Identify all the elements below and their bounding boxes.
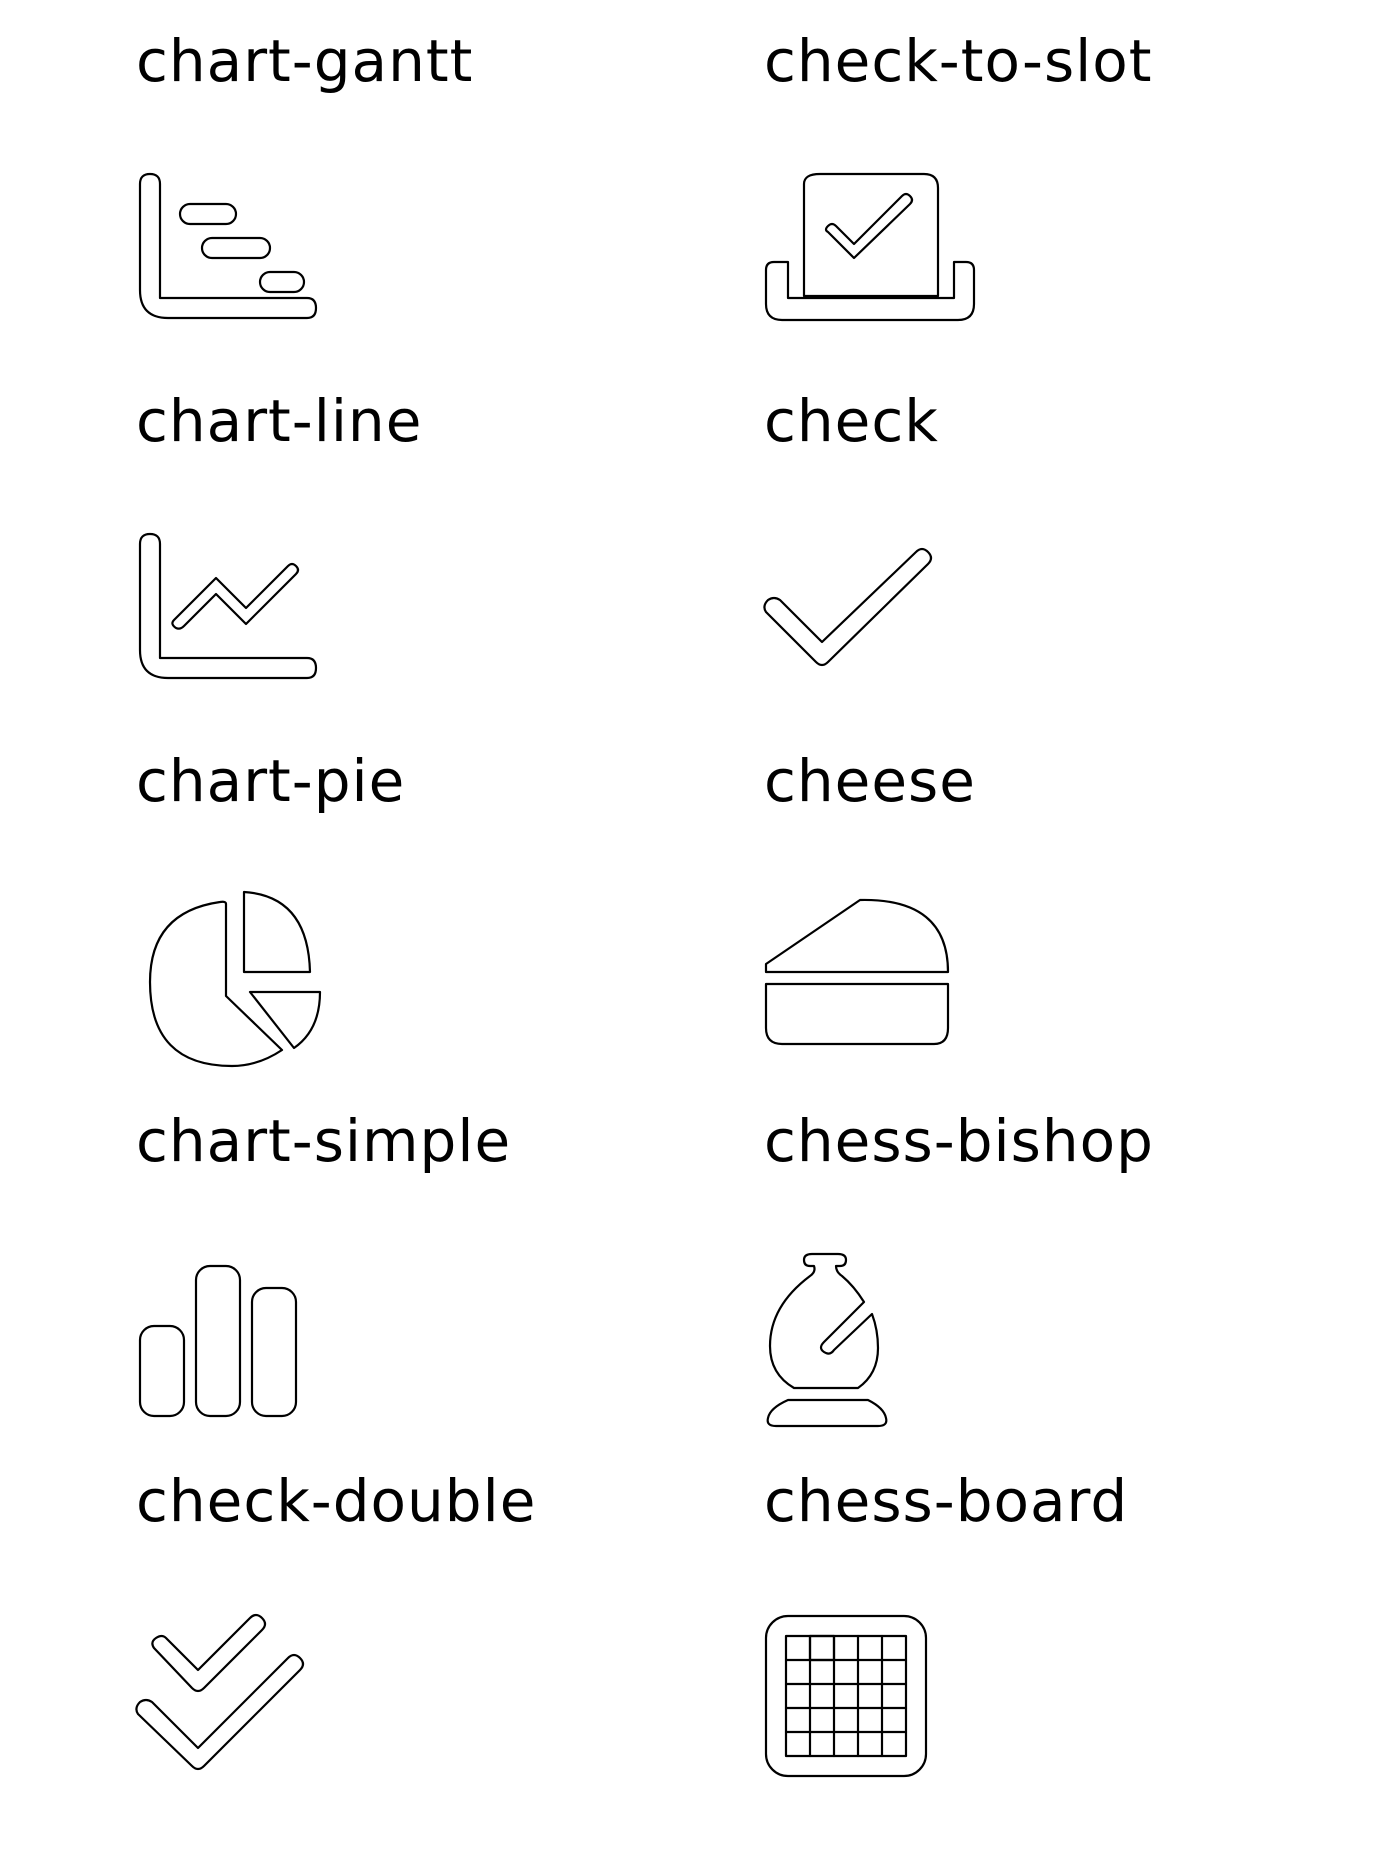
icon-card-chart-gantt: chart-gantt [136, 0, 696, 360]
check-icon [763, 530, 964, 730]
icon-label: check [764, 387, 939, 455]
icon-card-chess-bishop: chess-bishop [764, 1080, 1324, 1440]
icon-card-chart-simple: chart-simple [136, 1080, 696, 1440]
icon-label: chess-bishop [764, 1107, 1154, 1175]
icon-card-check: check [763, 360, 1324, 720]
icon-card-chess-board: chess-board [764, 1440, 1324, 1800]
icon-label: cheese [764, 747, 976, 815]
chart-pie-icon [136, 890, 336, 1090]
icon-label: check-double [136, 1467, 537, 1535]
icon-card-chart-pie: chart-pie [136, 720, 696, 1080]
icon-card-check-to-slot: check-to-slot [764, 0, 1324, 360]
icon-label: chart-simple [136, 1107, 512, 1175]
icon-label: chart-gantt [136, 27, 474, 95]
chart-line-icon [136, 530, 336, 730]
cheese-icon [764, 890, 964, 1090]
icon-card-check-double: check-double [135, 1440, 696, 1800]
chart-gantt-icon [136, 170, 336, 370]
icon-card-chart-line: chart-line [136, 360, 696, 720]
icon-label: chart-pie [136, 747, 406, 815]
icon-label: check-to-slot [764, 27, 1153, 95]
icon-label: chart-line [136, 387, 423, 455]
chart-simple-icon [136, 1250, 336, 1450]
icon-card-cheese: cheese [764, 720, 1324, 1080]
chess-board-icon [764, 1610, 964, 1810]
check-double-icon [135, 1610, 336, 1810]
icon-label: chess-board [764, 1467, 1129, 1535]
check-to-slot-icon [764, 170, 976, 370]
chess-bishop-icon [764, 1250, 964, 1450]
